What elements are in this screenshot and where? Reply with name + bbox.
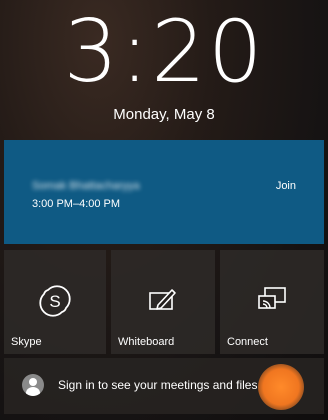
whiteboard-tile[interactable]: Whiteboard [111,250,215,354]
meeting-organizer: Somak Bhattacharyya [32,180,140,192]
meeting-time: 3:00 PM–4:00 PM [32,198,121,210]
connect-tile[interactable]: Connect [220,250,324,354]
clock-date: Monday, May 8 [113,106,215,123]
skype-icon: S [4,284,106,318]
skype-tile[interactable]: S Skype [4,250,106,354]
cast-screen-icon [220,284,324,314]
svg-text:S: S [49,292,60,311]
user-avatar-icon [22,374,44,396]
meeting-tile[interactable]: Somak Bhattacharyya 3:00 PM–4:00 PM Join [4,140,324,244]
skype-label: Skype [11,336,42,348]
connect-label: Connect [227,336,268,348]
join-button[interactable]: Join [276,180,296,192]
whiteboard-label: Whiteboard [118,336,175,348]
touch-indicator [258,364,304,410]
whiteboard-pen-icon [111,284,215,316]
signin-text: Sign in to see your meetings and files [58,378,258,392]
clock-time: 3:20 [63,2,265,102]
